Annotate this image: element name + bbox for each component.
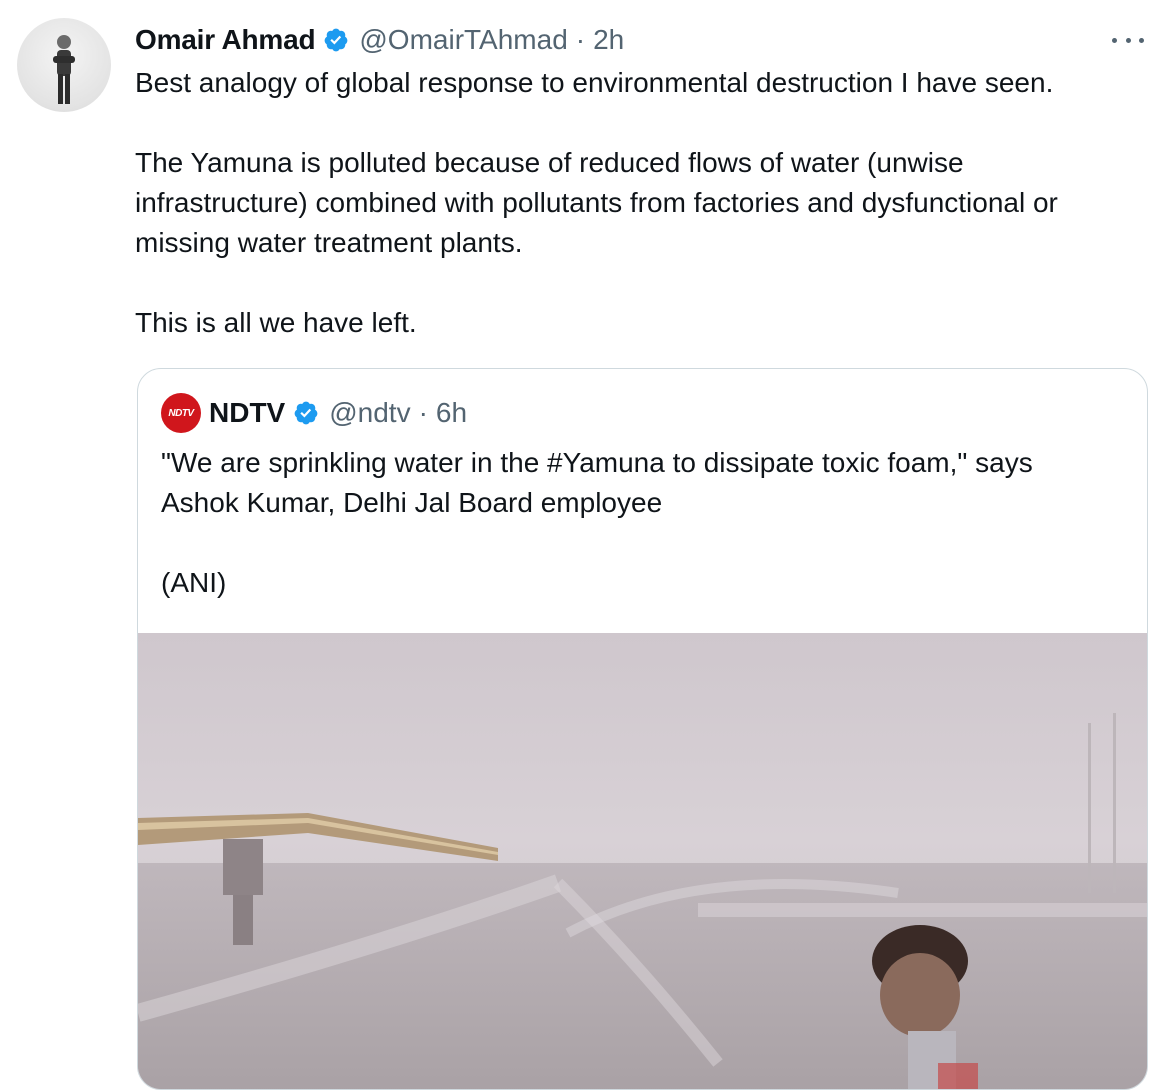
quoted-paragraph: (ANI) (161, 567, 227, 598)
video-still-image (138, 633, 1147, 1089)
author-name[interactable]: Omair Ahmad (135, 24, 316, 56)
tweet[interactable]: Omair Ahmad @OmairTAhmad · 2h Best analo… (0, 0, 1164, 1090)
tweet-paragraph: infrastructure) combined with pollutants… (135, 187, 1058, 218)
separator-dot: · (575, 24, 586, 55)
quoted-tweet-header: NDTV NDTV @ndtv · 6h (161, 393, 467, 433)
separator-dot: · (418, 397, 428, 428)
author-handle[interactable]: @OmairTAhmad (359, 24, 567, 56)
quoted-paragraph: Ashok Kumar, Delhi Jal Board employee (161, 487, 663, 518)
quoted-media-video[interactable] (138, 633, 1147, 1089)
tweet-header: Omair Ahmad @OmairTAhmad · 2h (135, 20, 624, 60)
verified-badge-icon (323, 27, 349, 53)
author-avatar[interactable] (17, 18, 111, 112)
quoted-author-handle[interactable]: @ndtv (329, 397, 410, 429)
more-options-icon[interactable] (1112, 26, 1144, 54)
quoted-paragraph: "We are sprinkling water in the #Yamuna … (161, 447, 1033, 478)
profile-photo (53, 35, 75, 104)
quoted-timestamp[interactable]: 6h (436, 397, 467, 429)
tweet-paragraph: The Yamuna is polluted because of reduce… (135, 147, 964, 178)
tweet-timestamp[interactable]: 2h (593, 24, 624, 56)
quoted-author-name[interactable]: NDTV (209, 397, 285, 429)
ndtv-logo: NDTV (161, 393, 201, 433)
tweet-text: Best analogy of global response to envir… (135, 63, 1155, 343)
quoted-tweet-text: "We are sprinkling water in the #Yamuna … (161, 443, 1121, 603)
quoted-tweet[interactable]: NDTV NDTV @ndtv · 6h "We are sprinkling … (137, 368, 1148, 1090)
verified-badge-icon (293, 400, 319, 426)
tweet-paragraph: missing water treatment plants. (135, 227, 523, 258)
tweet-paragraph: Best analogy of global response to envir… (135, 67, 1054, 98)
tweet-paragraph: This is all we have left. (135, 307, 417, 338)
